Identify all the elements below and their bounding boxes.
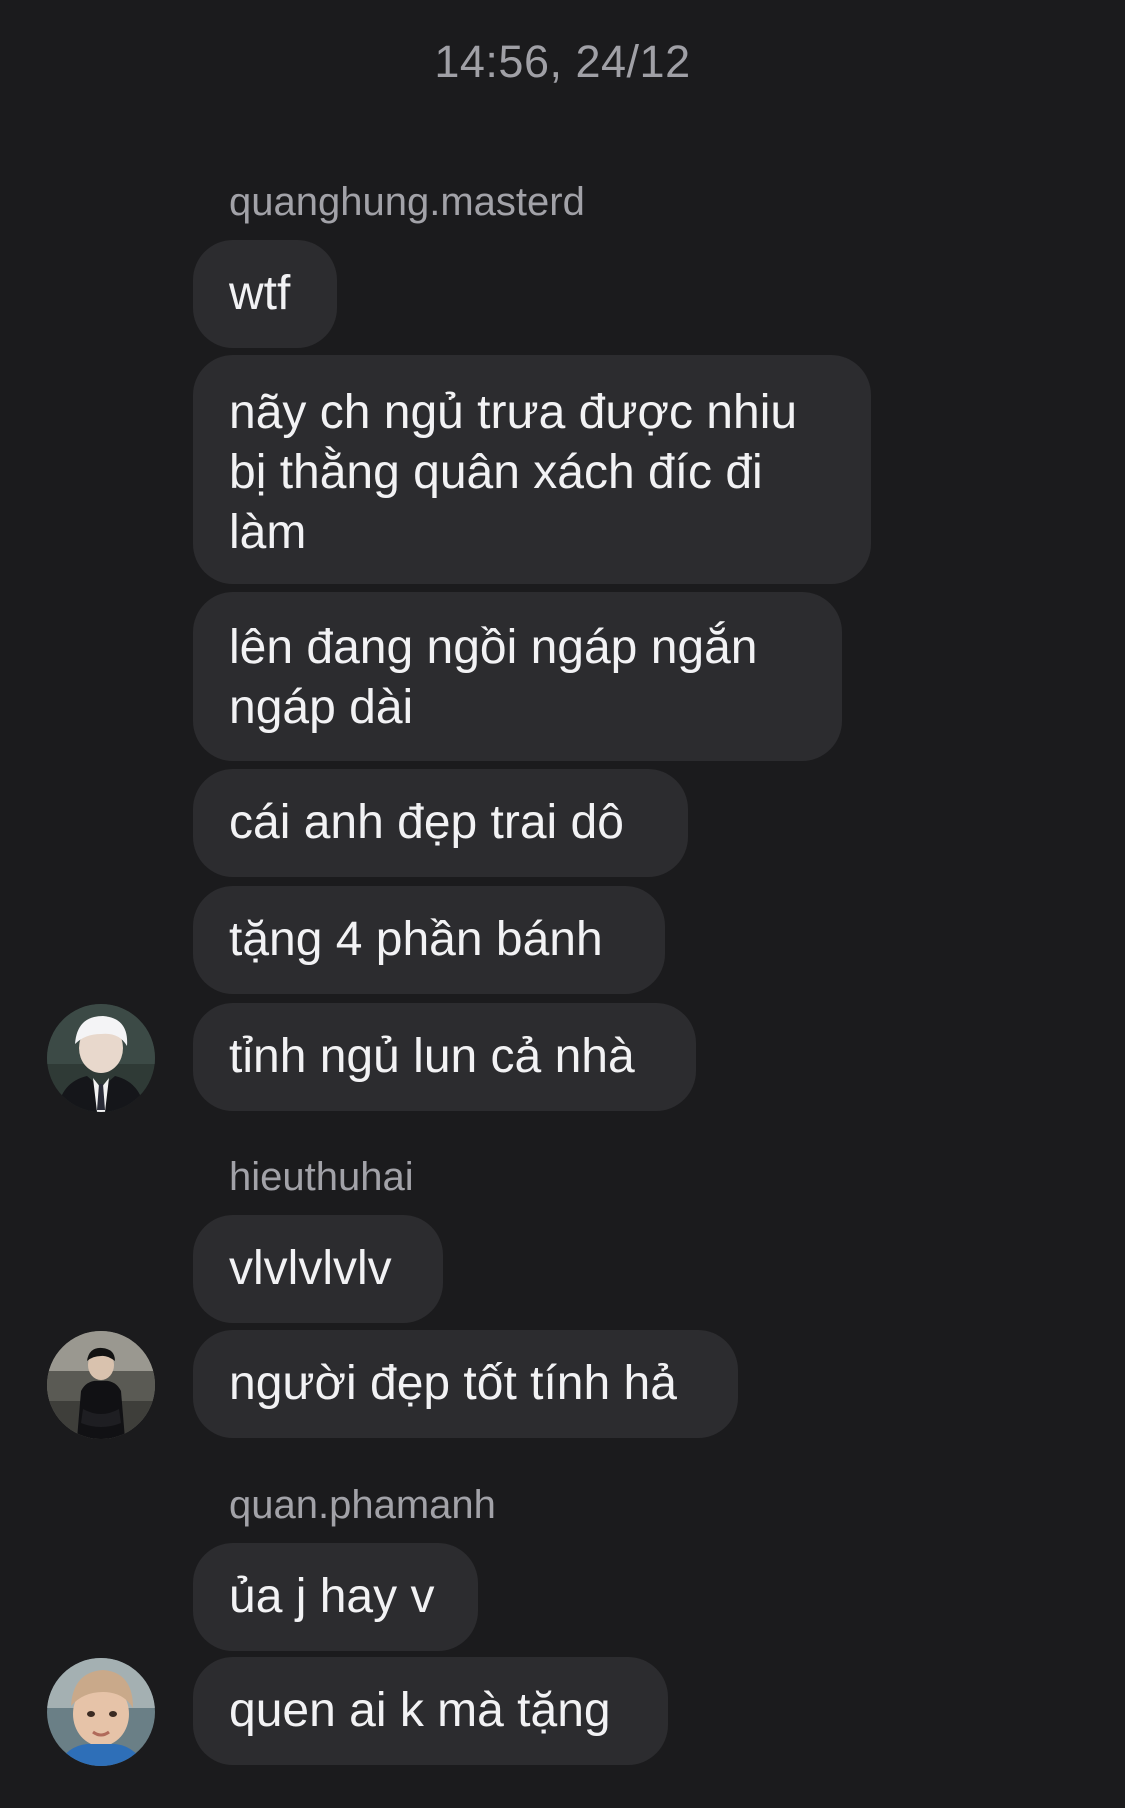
message-bubble[interactable]: tỉnh ngủ lun cả nhà [193, 1003, 696, 1111]
avatar-quanghung-icon[interactable] [47, 1004, 155, 1112]
sender-name[interactable]: hieuthuhai [229, 1155, 414, 1200]
message-text: nãy ch ngủ trưa được nhiu bị thằng quân … [229, 386, 798, 559]
message-text: cái anh đẹp trai dô [229, 796, 624, 849]
message-bubble[interactable]: lên đang ngồi ngáp ngắn ngáp dài [193, 592, 842, 761]
chat-timestamp: 14:56, 24/12 [434, 36, 691, 87]
message-bubble[interactable]: wtf [193, 240, 337, 348]
message-text: người đẹp tốt tính hả [229, 1357, 677, 1410]
message-bubble[interactable]: nãy ch ngủ trưa được nhiu bị thằng quân … [193, 355, 871, 584]
message-bubble[interactable]: vlvlvlvlv [193, 1215, 443, 1323]
message-bubble[interactable]: tặng 4 phần bánh [193, 886, 665, 994]
avatar-quanphamanh-icon[interactable] [47, 1658, 155, 1766]
sender-name[interactable]: quanghung.masterd [229, 180, 585, 225]
message-text: tỉnh ngủ lun cả nhà [229, 1030, 635, 1083]
message-bubble[interactable]: quen ai k mà tặng [193, 1657, 668, 1765]
message-bubble[interactable]: ủa j hay v [193, 1543, 478, 1651]
message-text: ủa j hay v [229, 1570, 435, 1623]
message-text: tặng 4 phần bánh [229, 913, 603, 966]
sender-name[interactable]: quan.phamanh [229, 1483, 496, 1528]
message-bubble[interactable]: người đẹp tốt tính hả [193, 1330, 738, 1438]
message-bubble[interactable]: cái anh đẹp trai dô [193, 769, 688, 877]
message-text: wtf [229, 267, 291, 320]
message-text: quen ai k mà tặng [229, 1684, 611, 1737]
message-text: vlvlvlvlv [229, 1242, 392, 1295]
message-text: lên đang ngồi ngáp ngắn ngáp dài [229, 621, 758, 734]
avatar-hieuthuhai-icon[interactable] [47, 1331, 155, 1439]
